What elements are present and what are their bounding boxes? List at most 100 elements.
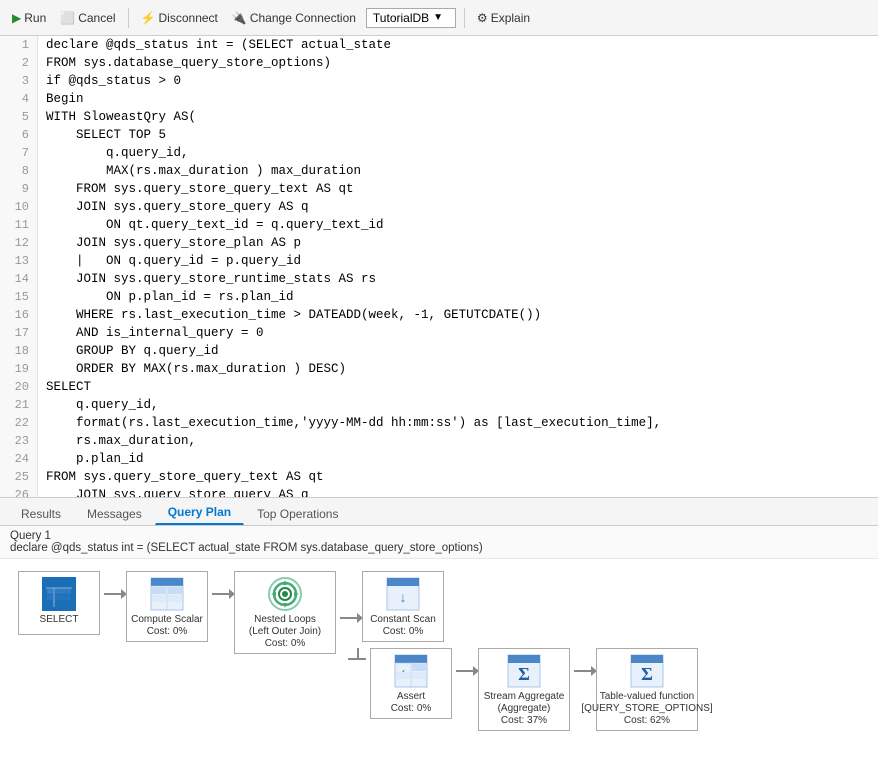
svg-text:Σ: Σ	[641, 664, 653, 684]
code-line-2: 2FROM sys.database_query_store_options)	[0, 54, 878, 72]
code-line-22: 22 format(rs.last_execution_time,'yyyy-M…	[0, 414, 878, 432]
line-number: 4	[0, 90, 38, 108]
tab-results[interactable]: Results	[8, 502, 74, 525]
code-line-1: 1declare @qds_status int = (SELECT actua…	[0, 36, 878, 54]
results-pane: Query 1 declare @qds_status int = (SELEC…	[0, 526, 878, 765]
change-connection-icon: 🔌	[232, 11, 247, 25]
explain-icon: ⚙	[477, 11, 488, 25]
query-label: Query 1	[10, 530, 51, 542]
tab-query-plan[interactable]: Query Plan	[155, 500, 244, 525]
explain-button[interactable]: ⚙ Explain	[473, 9, 534, 27]
svg-text:↓: ↓	[400, 589, 407, 605]
horiz-line	[348, 658, 366, 660]
code-line-11: 11 ON qt.query_text_id = q.query_text_id	[0, 216, 878, 234]
disconnect-button[interactable]: ⚡ Disconnect	[137, 9, 222, 27]
line-content: FROM sys.query_store_query_text AS qt	[38, 180, 354, 198]
vert-line1	[357, 648, 359, 658]
code-line-20: 20SELECT	[0, 378, 878, 396]
bottom-branch: ✓ Assert Cost: 0%	[340, 648, 702, 731]
assert-cost: Cost: 0%	[391, 703, 432, 714]
stream-cost: Cost: 37%	[501, 715, 547, 726]
line-content: MAX(rs.max_duration ) max_duration	[38, 162, 361, 180]
line-content: FROM sys.database_query_store_options)	[38, 54, 331, 72]
line-number: 25	[0, 468, 38, 486]
line-content: WHERE rs.last_execution_time > DATEADD(w…	[38, 306, 541, 324]
code-line-15: 15 ON p.plan_id = rs.plan_id	[0, 288, 878, 306]
query-text: declare @qds_status int = (SELECT actual…	[10, 542, 483, 554]
line-number: 20	[0, 378, 38, 396]
line-number: 9	[0, 180, 38, 198]
line-content: JOIN sys.query_store_runtime_stats AS rs	[38, 270, 376, 288]
line-content: q.query_id,	[38, 144, 189, 162]
code-line-9: 9 FROM sys.query_store_query_text AS qt	[0, 180, 878, 198]
plan-node-const: ↓ Constant Scan Cost: 0%	[358, 571, 448, 642]
vert-arrow	[340, 648, 366, 660]
code-line-19: 19 ORDER BY MAX(rs.max_duration ) DESC)	[0, 360, 878, 378]
line-content: AND is_internal_query = 0	[38, 324, 264, 342]
line-content: WITH SloweastQry AS(	[38, 108, 196, 126]
assert-icon: ✓	[393, 653, 429, 689]
line-content: SELECT	[38, 378, 91, 396]
line-content: SELECT TOP 5	[38, 126, 166, 144]
code-line-7: 7 q.query_id,	[0, 144, 878, 162]
code-line-4: 4Begin	[0, 90, 878, 108]
tvf-label: Table-valued function[QUERY_STORE_OPTION…	[581, 691, 712, 715]
line-number: 16	[0, 306, 38, 324]
sql-editor[interactable]: 1declare @qds_status int = (SELECT actua…	[0, 36, 878, 498]
change-connection-button[interactable]: 🔌 Change Connection	[228, 9, 360, 27]
code-line-5: 5WITH SloweastQry AS(	[0, 108, 878, 126]
code-line-10: 10 JOIN sys.query_store_query AS q	[0, 198, 878, 216]
bottom-row: ✓ Assert Cost: 0%	[340, 648, 702, 731]
line-content: p.plan_id	[38, 450, 144, 468]
const-cost: Cost: 0%	[383, 626, 424, 637]
code-line-25: 25FROM sys.query_store_query_text AS qt	[0, 468, 878, 486]
query-info: Query 1 declare @qds_status int = (SELEC…	[0, 526, 878, 559]
line-content: declare @qds_status int = (SELECT actual…	[38, 36, 391, 54]
line-number: 24	[0, 450, 38, 468]
cancel-icon: ⬜	[60, 11, 75, 25]
line-number: 22	[0, 414, 38, 432]
top-branch: ↓ Constant Scan Cost: 0%	[340, 571, 448, 642]
line-number: 5	[0, 108, 38, 126]
stream-agg-icon: Σ	[506, 653, 542, 689]
line-content: Begin	[38, 90, 84, 108]
line-number: 2	[0, 54, 38, 72]
plan-branches: ↓ Constant Scan Cost: 0%	[340, 571, 702, 731]
cancel-button[interactable]: ⬜ Cancel	[56, 9, 119, 27]
stream-label: Stream Aggregate(Aggregate)	[484, 691, 565, 715]
line-content: ORDER BY MAX(rs.max_duration ) DESC)	[38, 360, 346, 378]
separator	[128, 8, 129, 28]
line-number: 8	[0, 162, 38, 180]
compute-cost: Cost: 0%	[147, 626, 188, 637]
line-number: 1	[0, 36, 38, 54]
code-line-24: 24 p.plan_id	[0, 450, 878, 468]
line-content: rs.max_duration,	[38, 432, 196, 450]
line-number: 13	[0, 252, 38, 270]
line-number: 12	[0, 234, 38, 252]
tab-top-operations[interactable]: Top Operations	[244, 502, 351, 525]
disconnect-icon: ⚡	[141, 11, 156, 25]
line-number: 17	[0, 324, 38, 342]
tab-messages[interactable]: Messages	[74, 502, 155, 525]
line-content: format(rs.last_execution_time,'yyyy-MM-d…	[38, 414, 661, 432]
nested-label: Nested Loops(Left Outer Join)	[249, 614, 321, 638]
code-line-23: 23 rs.max_duration,	[0, 432, 878, 450]
database-dropdown[interactable]: TutorialDB ▼	[366, 8, 456, 28]
const-label: Constant Scan	[370, 614, 436, 626]
separator2	[464, 8, 465, 28]
code-line-21: 21 q.query_id,	[0, 396, 878, 414]
line-number: 26	[0, 486, 38, 498]
plan-node-tvf: Σ Table-valued function[QUERY_STORE_OPTI…	[592, 648, 702, 731]
code-line-8: 8 MAX(rs.max_duration ) max_duration	[0, 162, 878, 180]
bottom-tabs: ResultsMessagesQuery PlanTop Operations	[0, 498, 878, 526]
code-line-6: 6 SELECT TOP 5	[0, 126, 878, 144]
code-line-17: 17 AND is_internal_query = 0	[0, 324, 878, 342]
line-content: ON p.plan_id = rs.plan_id	[38, 288, 294, 306]
compute-label: Compute Scalar	[131, 614, 203, 626]
line-number: 19	[0, 360, 38, 378]
select-icon	[41, 576, 77, 612]
line-number: 10	[0, 198, 38, 216]
code-line-18: 18 GROUP BY q.query_id	[0, 342, 878, 360]
run-button[interactable]: ▶ Run	[8, 9, 50, 27]
code-line-14: 14 JOIN sys.query_store_runtime_stats AS…	[0, 270, 878, 288]
